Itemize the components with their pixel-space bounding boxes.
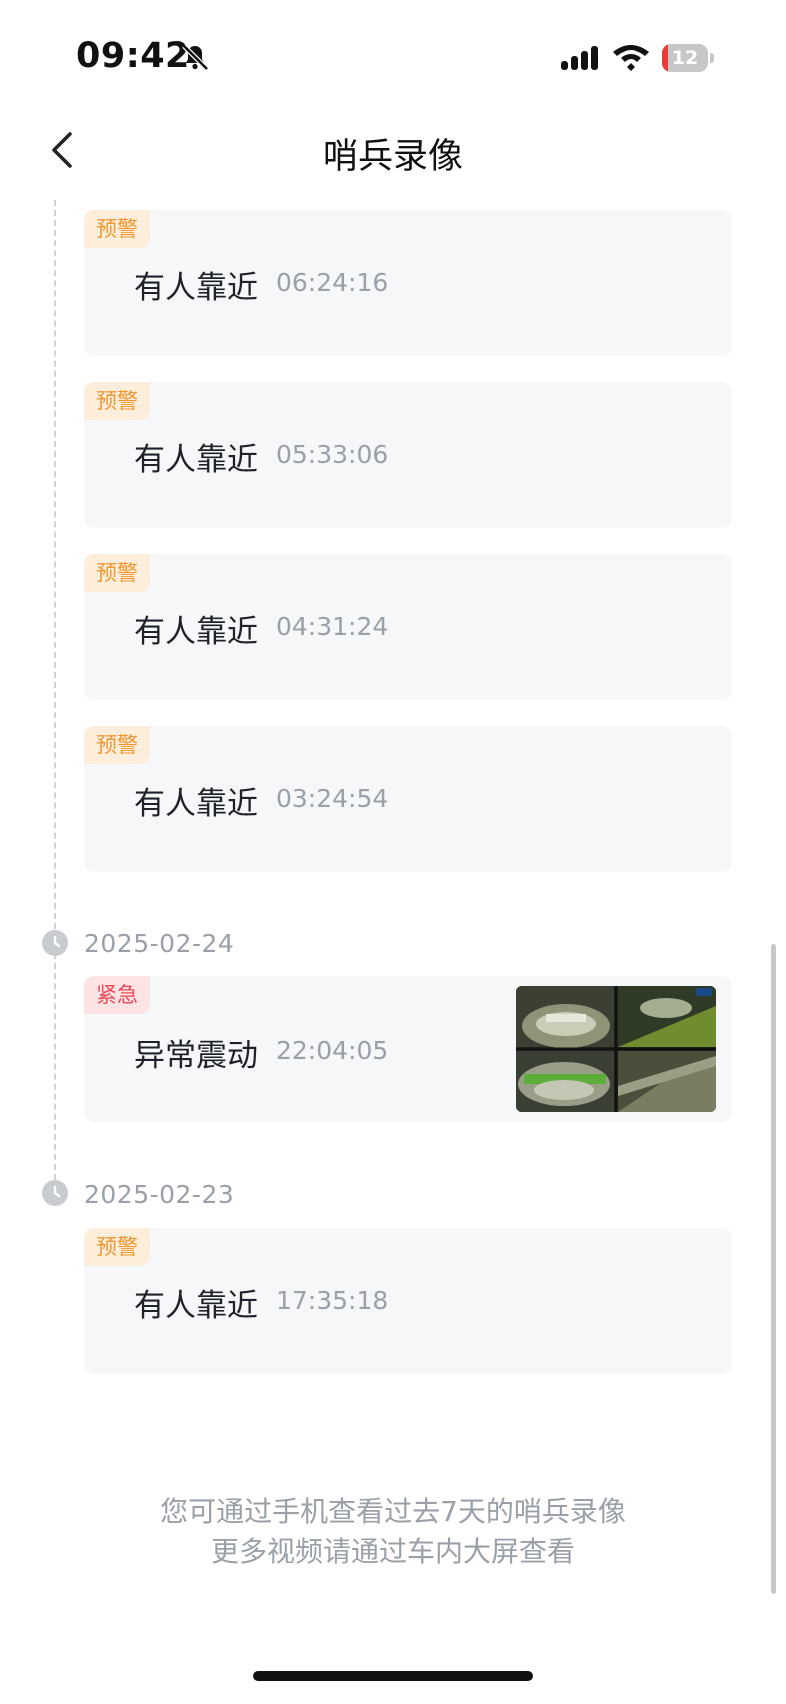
- date-label: 2025-02-24: [84, 929, 235, 958]
- warning-tag: 预警: [84, 726, 150, 764]
- clock-icon: [42, 930, 68, 956]
- warning-tag: 预警: [84, 210, 150, 248]
- wifi-icon: [613, 45, 649, 71]
- scrollbar[interactable]: [771, 944, 776, 1594]
- warning-tag: 预警: [84, 1228, 150, 1266]
- bell-slash-icon: [182, 44, 209, 71]
- event-title: 有人靠近: [134, 614, 258, 650]
- warning-tag: 预警: [84, 382, 150, 420]
- nav-bar: 哨兵录像: [0, 110, 786, 190]
- clock-icon: [42, 1180, 68, 1206]
- event-title: 有人靠近: [134, 270, 258, 306]
- event-card[interactable]: 预警 有人靠近 05:33:06: [84, 382, 732, 528]
- status-time: 09:42: [76, 36, 190, 76]
- battery-level: 12: [671, 47, 699, 69]
- event-time: 03:24:54: [276, 784, 389, 813]
- event-card[interactable]: 预警 有人靠近 06:24:16: [84, 210, 732, 356]
- event-time: 05:33:06: [276, 440, 389, 469]
- event-title: 有人靠近: [134, 1288, 258, 1324]
- event-card[interactable]: 预警 有人靠近 17:35:18: [84, 1228, 732, 1374]
- event-title: 异常震动: [134, 1038, 258, 1074]
- timeline-line: [54, 200, 56, 1180]
- camera-feed-image: [516, 986, 716, 1112]
- event-time: 22:04:05: [276, 1036, 389, 1065]
- warning-tag: 预警: [84, 554, 150, 592]
- footer-note-line-2: 更多视频请通过车内大屏查看: [210, 1535, 575, 1568]
- event-time: 04:31:24: [276, 612, 389, 641]
- event-card[interactable]: 预警 有人靠近 04:31:24: [84, 554, 732, 700]
- video-thumbnail[interactable]: [516, 986, 716, 1112]
- footer-note-line-1: 您可通过手机查看过去7天的哨兵录像: [160, 1495, 626, 1528]
- event-title: 有人靠近: [134, 442, 258, 478]
- signal-icon: [561, 46, 598, 70]
- battery-icon: 12: [662, 44, 714, 72]
- event-time: 17:35:18: [276, 1286, 389, 1315]
- event-title: 有人靠近: [134, 786, 258, 822]
- event-card[interactable]: 预警 有人靠近 03:24:54: [84, 726, 732, 872]
- urgent-tag: 紧急: [84, 976, 150, 1014]
- home-indicator[interactable]: [253, 1671, 533, 1681]
- status-bar: 09:42 12: [0, 0, 786, 110]
- date-label: 2025-02-23: [84, 1180, 235, 1209]
- event-card[interactable]: 紧急 异常震动 22:04:05: [84, 976, 732, 1122]
- event-time: 06:24:16: [276, 268, 389, 297]
- page-title: 哨兵录像: [322, 137, 463, 177]
